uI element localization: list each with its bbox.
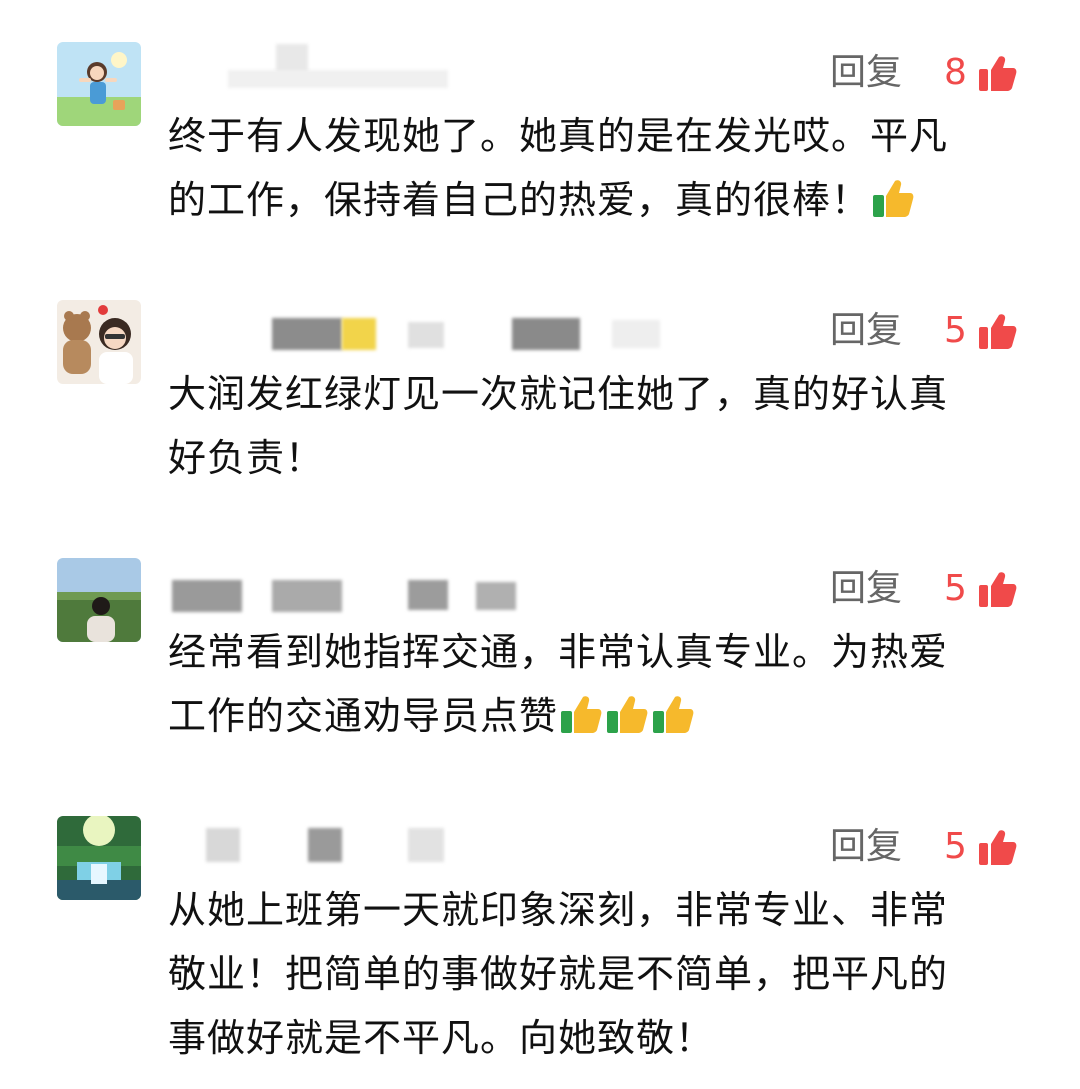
like-count: 5 xyxy=(944,310,967,351)
like-button[interactable]: 8 xyxy=(944,48,1017,98)
like-count: 8 xyxy=(944,52,967,93)
thumbs-up-icon xyxy=(978,314,1017,349)
comment-text-content: 终于有人发现她了。她真的是在发光哎。平凡 的工作，保持着自己的热爱，真的很棒！ xyxy=(168,114,949,222)
like-button[interactable]: 5 xyxy=(944,306,1017,356)
user-avatar[interactable] xyxy=(57,816,141,900)
comment-text: 经常看到她指挥交通，非常认真专业。为热爱 工作的交通劝导员点赞 xyxy=(168,620,1018,748)
reply-button[interactable]: 回复 xyxy=(830,306,902,356)
like-count: 5 xyxy=(944,826,967,867)
reply-button[interactable]: 回复 xyxy=(830,48,902,98)
comment-text: 从她上班第一天就印象深刻，非常专业、非常 敬业！把简单的事做好就是不简单，把平凡… xyxy=(168,888,949,1060)
like-count: 5 xyxy=(944,568,967,609)
avatar-image xyxy=(57,558,141,642)
thumbs-up-emoji-icon xyxy=(653,696,694,733)
reply-button[interactable]: 回复 xyxy=(830,564,902,614)
avatar-image xyxy=(57,816,141,900)
thumbs-up-emoji-icon xyxy=(607,696,648,733)
username-blurred xyxy=(168,308,688,356)
like-button[interactable]: 5 xyxy=(944,822,1017,872)
user-avatar[interactable] xyxy=(57,42,141,126)
comment-text: 大润发红绿灯见一次就记住她了，真的好认真 好负责！ xyxy=(168,372,949,480)
thumbs-up-emoji-icon xyxy=(561,696,602,733)
thumbs-up-emoji-icon xyxy=(873,180,914,217)
thumbs-up-icon xyxy=(978,572,1017,607)
comment-text: 终于有人发现她了。她真的是在发光哎。平凡 的工作，保持着自己的热爱，真的很棒！ xyxy=(168,104,1018,232)
thumbs-up-icon xyxy=(978,56,1017,91)
like-button[interactable]: 5 xyxy=(944,564,1017,614)
user-avatar[interactable] xyxy=(57,558,141,642)
user-avatar[interactable] xyxy=(57,300,141,384)
username-blurred xyxy=(168,824,688,872)
avatar-image xyxy=(57,42,141,126)
avatar-image xyxy=(57,300,141,384)
username-blurred xyxy=(168,44,688,98)
reply-button[interactable]: 回复 xyxy=(830,822,902,872)
thumbs-up-icon xyxy=(978,830,1017,865)
username-blurred xyxy=(168,566,688,614)
